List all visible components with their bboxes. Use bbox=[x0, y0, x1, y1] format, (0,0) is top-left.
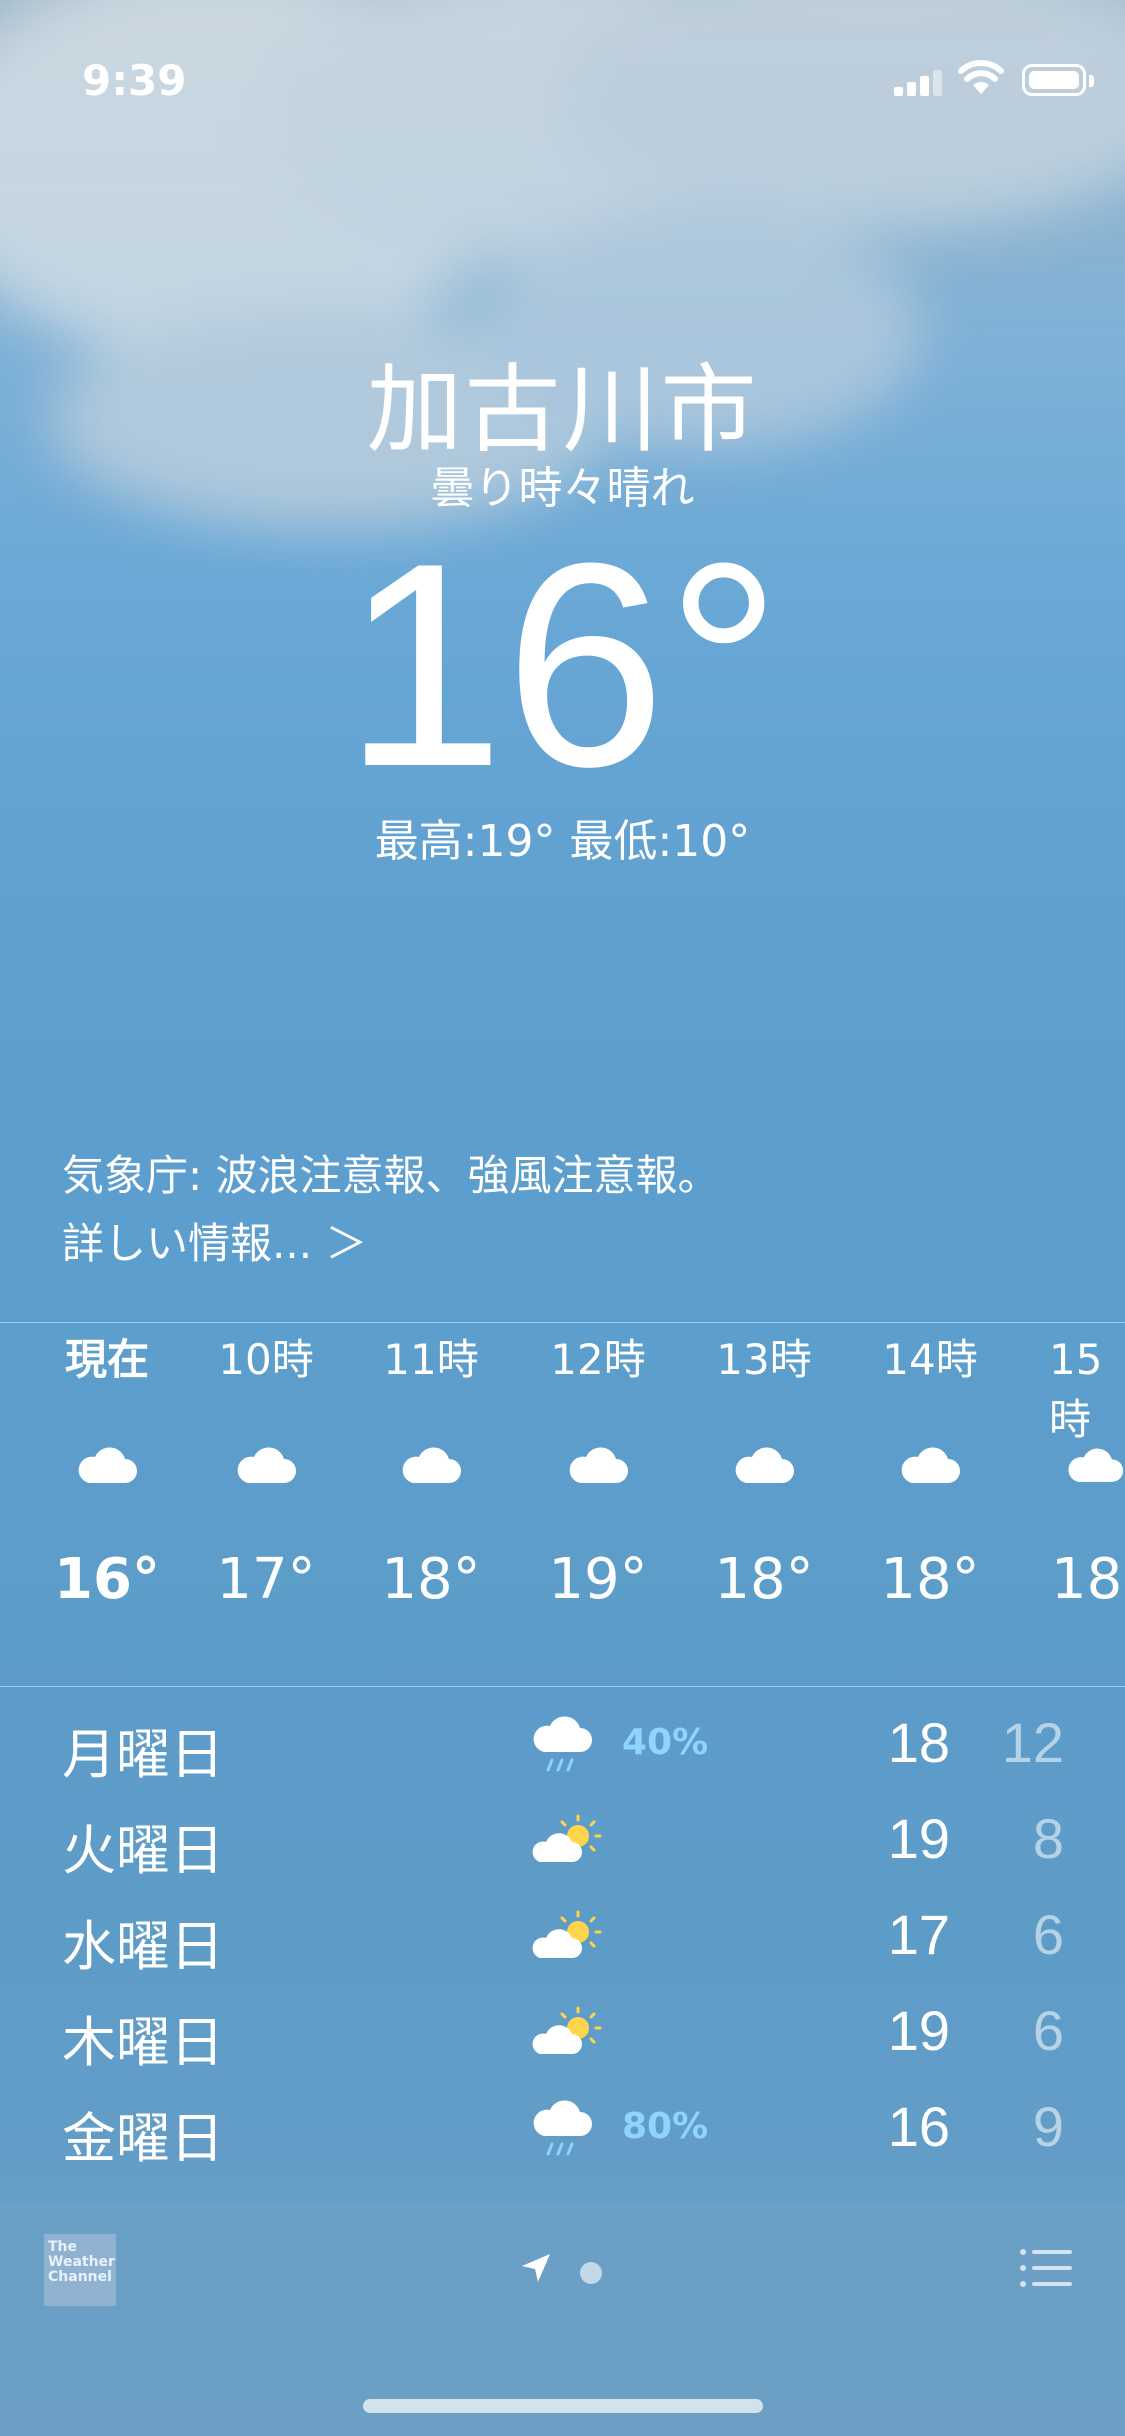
high-temp: 17 bbox=[887, 1903, 950, 1966]
cloud-icon bbox=[847, 1390, 1013, 1540]
daily-row: 金曜日 80% 16 9 bbox=[0, 2084, 1125, 2180]
hour-label: 10時 bbox=[218, 1335, 314, 1384]
low-temp: 6 bbox=[1032, 1999, 1064, 2062]
wifi-icon bbox=[958, 60, 1004, 94]
hour-temperature: 18° bbox=[381, 1547, 481, 1612]
hour-label: 15時 bbox=[1049, 1335, 1103, 1444]
cellular-signal-icon bbox=[894, 70, 944, 96]
hourly-item: 13時 18° bbox=[681, 1330, 847, 1620]
alert-text: 気象庁: 波浪注意報、強風注意報。 bbox=[62, 1151, 720, 1200]
precipitation-chance: 40% bbox=[622, 1722, 709, 1763]
low-temp: 12 bbox=[1001, 1711, 1064, 1774]
hour-label: 11時 bbox=[383, 1335, 479, 1384]
cloud-icon bbox=[24, 1390, 190, 1540]
precipitation-chance: 80% bbox=[622, 2106, 709, 2147]
partly-sunny-icon bbox=[532, 1910, 602, 1958]
partly-sunny-icon bbox=[532, 1814, 602, 1862]
day-name: 月曜日 bbox=[62, 1723, 224, 1786]
location-arrow-icon bbox=[522, 2254, 550, 2282]
hourly-item: 現在 16° bbox=[24, 1330, 190, 1620]
hourly-item: 15時 18° bbox=[1013, 1330, 1125, 1620]
hour-temperature: 16° bbox=[54, 1547, 160, 1612]
day-name: 火曜日 bbox=[62, 1819, 224, 1882]
city-name: 加古川市 bbox=[366, 354, 759, 466]
low-temp: 6 bbox=[1032, 1903, 1064, 1966]
page-dot bbox=[580, 2262, 602, 2284]
daily-row: 木曜日 19 6 bbox=[0, 1988, 1125, 2084]
battery-icon bbox=[1022, 64, 1094, 96]
high-temp: 18 bbox=[887, 1711, 950, 1774]
weather-alert[interactable]: 気象庁: 波浪注意報、強風注意報。 詳しい情報... ＞ bbox=[62, 1142, 720, 1278]
hour-label: 現在 bbox=[64, 1335, 149, 1384]
cloud-icon bbox=[681, 1390, 847, 1540]
high-temp: 19 bbox=[887, 1807, 950, 1870]
high-low-temperature: 最高:19° 最低:10° bbox=[374, 816, 751, 867]
day-name: 木曜日 bbox=[62, 2011, 224, 2074]
day-name: 水曜日 bbox=[62, 1915, 224, 1978]
partly-sunny-icon bbox=[532, 2006, 602, 2054]
hour-temperature: 18° bbox=[1051, 1547, 1125, 1612]
logo-text: The Weather Channel bbox=[48, 2239, 115, 2285]
high-temp: 16 bbox=[887, 2095, 950, 2158]
hour-temperature: 18° bbox=[880, 1547, 980, 1612]
list-icon[interactable] bbox=[1018, 2246, 1074, 2290]
weather-channel-logo[interactable]: The Weather Channel bbox=[44, 2234, 116, 2306]
hourly-forecast[interactable]: 現在 16° 10時 17° 11時 18° 12時 19° 13時 18° 1… bbox=[0, 1330, 1125, 1670]
hour-temperature: 17° bbox=[216, 1547, 316, 1612]
high-temp: 19 bbox=[887, 1999, 950, 2062]
rain-icon bbox=[533, 1716, 592, 1772]
rain-icon bbox=[533, 2100, 592, 2156]
hour-temperature: 19° bbox=[548, 1547, 648, 1612]
day-name: 金曜日 bbox=[62, 2107, 224, 2170]
home-indicator[interactable] bbox=[363, 2399, 763, 2413]
cloud-icon bbox=[515, 1390, 681, 1540]
status-bar: 9:39 bbox=[0, 52, 1125, 112]
divider bbox=[0, 1686, 1125, 1687]
divider bbox=[0, 1322, 1125, 1323]
low-temp: 9 bbox=[1032, 2095, 1064, 2158]
hour-label: 14時 bbox=[882, 1335, 978, 1384]
hour-label: 12時 bbox=[550, 1335, 646, 1384]
hour-temperature: 18° bbox=[714, 1547, 814, 1612]
hour-label: 13時 bbox=[716, 1335, 812, 1384]
hourly-item: 10時 17° bbox=[183, 1330, 349, 1620]
daily-row: 水曜日 17 6 bbox=[0, 1892, 1125, 1988]
daily-row: 火曜日 19 8 bbox=[0, 1796, 1125, 1892]
more-info-link[interactable]: 詳しい情報... ＞ bbox=[62, 1210, 720, 1278]
hourly-item: 12時 19° bbox=[515, 1330, 681, 1620]
status-time: 9:39 bbox=[82, 56, 187, 105]
daily-row: 月曜日 40% 18 12 bbox=[0, 1700, 1125, 1796]
current-temperature: 16° bbox=[343, 503, 782, 827]
cloud-icon bbox=[183, 1390, 349, 1540]
low-temp: 8 bbox=[1032, 1807, 1064, 1870]
hourly-item: 14時 18° bbox=[847, 1330, 1013, 1620]
hourly-item: 11時 18° bbox=[348, 1330, 514, 1620]
cloud-icon bbox=[348, 1390, 514, 1540]
